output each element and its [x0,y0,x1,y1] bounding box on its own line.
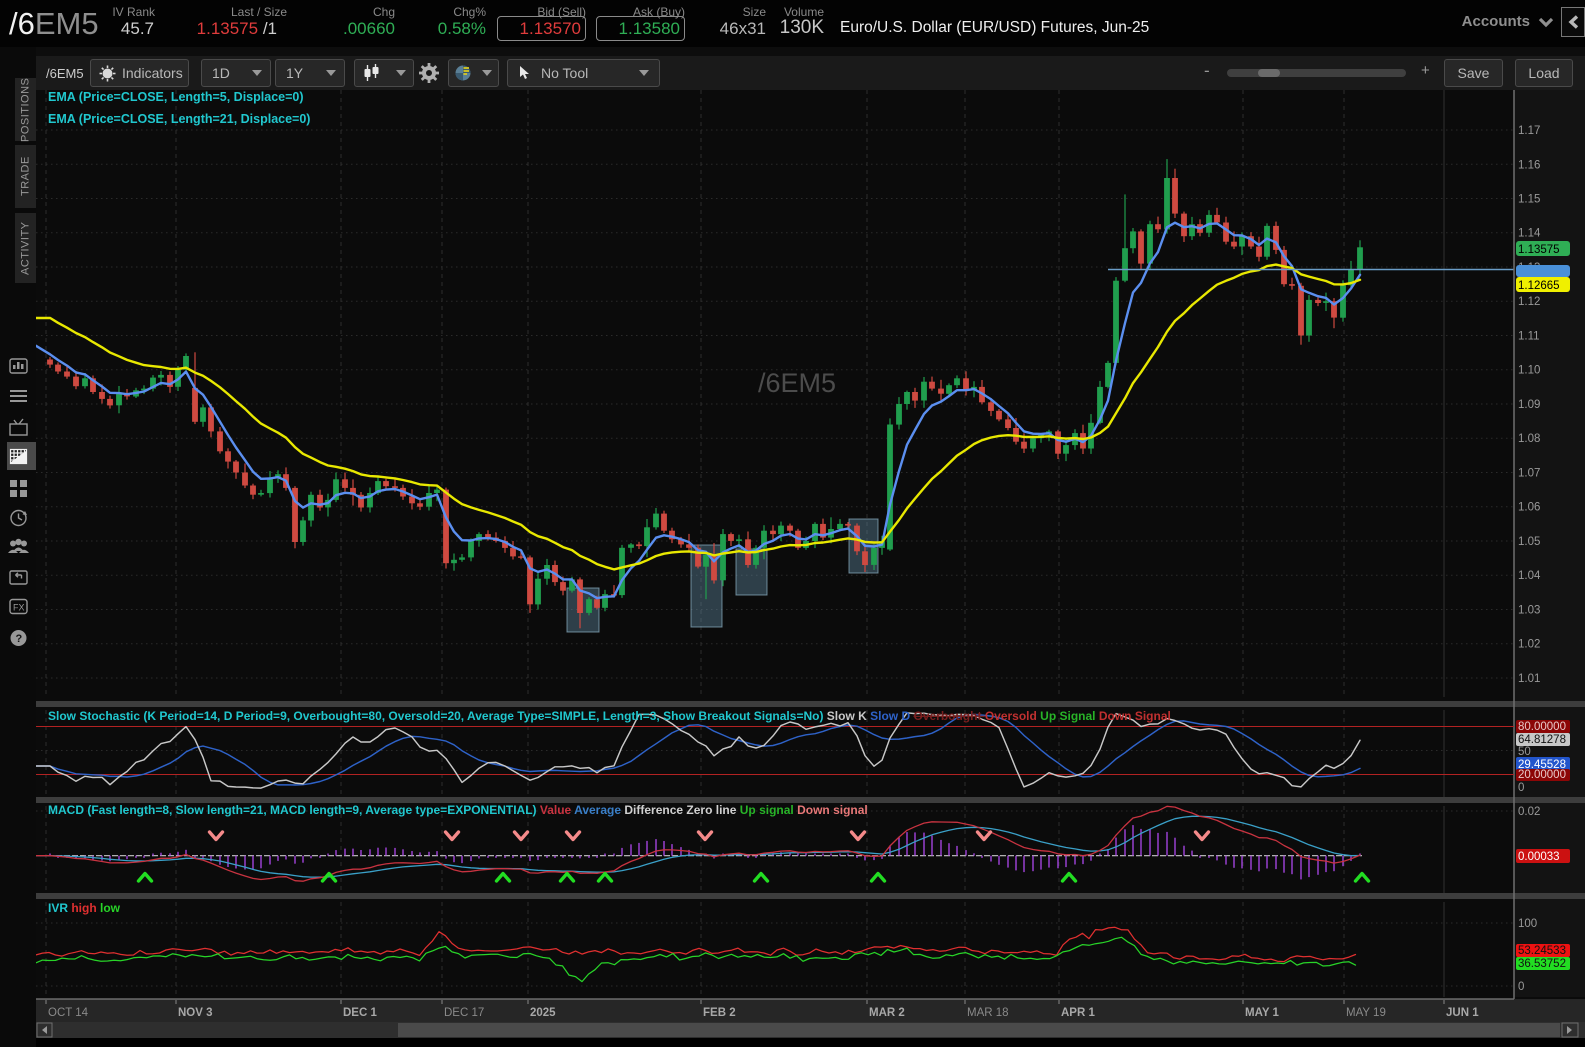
svg-text:MAY 1: MAY 1 [1245,1007,1279,1019]
svg-text:EMA (Price=CLOSE, Length=21, D: EMA (Price=CLOSE, Length=21, Displace=0) [48,112,310,126]
svg-text:1.16: 1.16 [1518,159,1540,171]
svg-text:MAY 19: MAY 19 [1346,1007,1386,1019]
svg-text:1.14: 1.14 [1518,228,1541,240]
svg-text:2025: 2025 [530,1007,556,1019]
svg-text:FX: FX [13,603,25,613]
svg-text:1.06: 1.06 [1518,502,1540,514]
svg-text:0: 0 [1518,981,1524,993]
svg-text:FEB 2: FEB 2 [703,1007,736,1019]
svg-text:MAR 18: MAR 18 [967,1007,1009,1019]
svg-text:1.08: 1.08 [1518,433,1540,445]
svg-text:Slow Stochastic (K Period=14,: Slow Stochastic (K Period=14, D Period=9… [48,709,1171,723]
svg-text:20.00000: 20.00000 [1518,769,1566,781]
svg-text:1.11: 1.11 [1518,331,1540,343]
svg-text:0: 0 [1518,782,1524,794]
svg-text:53.24533: 53.24533 [1518,945,1566,957]
svg-text:?: ? [16,633,23,645]
svg-text:0.00033: 0.00033 [1518,851,1560,863]
svg-text:36.53752: 36.53752 [1518,958,1566,970]
svg-text:MAR 2: MAR 2 [869,1007,905,1019]
svg-text:1.12: 1.12 [1518,296,1540,308]
svg-text:80.00000: 80.00000 [1518,721,1566,733]
svg-text:NOV 3: NOV 3 [178,1007,213,1019]
svg-text:1.12665: 1.12665 [1518,280,1560,292]
svg-text:1.09: 1.09 [1518,399,1540,411]
svg-text:0.02: 0.02 [1518,806,1540,818]
svg-text:100: 100 [1518,918,1537,930]
svg-text:1.05: 1.05 [1518,536,1540,548]
svg-text:EMA (Price=CLOSE, Length=5, Di: EMA (Price=CLOSE, Length=5, Displace=0) [48,90,304,104]
svg-text:64.81278: 64.81278 [1518,734,1566,746]
svg-text:1.07: 1.07 [1518,468,1540,480]
svg-text:OCT 14: OCT 14 [48,1007,89,1019]
svg-text:DEC 1: DEC 1 [343,1007,377,1019]
svg-text:DEC 17: DEC 17 [444,1007,484,1019]
svg-text:1.03: 1.03 [1518,605,1540,617]
svg-text:1.02: 1.02 [1518,639,1540,651]
svg-text:/6EM5: /6EM5 [758,368,836,398]
svg-text:1.15: 1.15 [1518,194,1540,206]
svg-text:1.04: 1.04 [1518,570,1541,582]
svg-text:50: 50 [1518,746,1531,758]
svg-text:1.13575: 1.13575 [1518,244,1560,256]
svg-text:1.17: 1.17 [1518,125,1540,137]
svg-text:1.01: 1.01 [1518,673,1540,685]
svg-text:MACD (Fast length=8, Slow leng: MACD (Fast length=8, Slow length=21, MAC… [48,803,868,817]
svg-text:1.10: 1.10 [1518,365,1540,377]
svg-text:JUN 1: JUN 1 [1446,1007,1479,1019]
svg-text:IVR high low: IVR high low [48,901,121,915]
svg-text:APR 1: APR 1 [1061,1007,1095,1019]
